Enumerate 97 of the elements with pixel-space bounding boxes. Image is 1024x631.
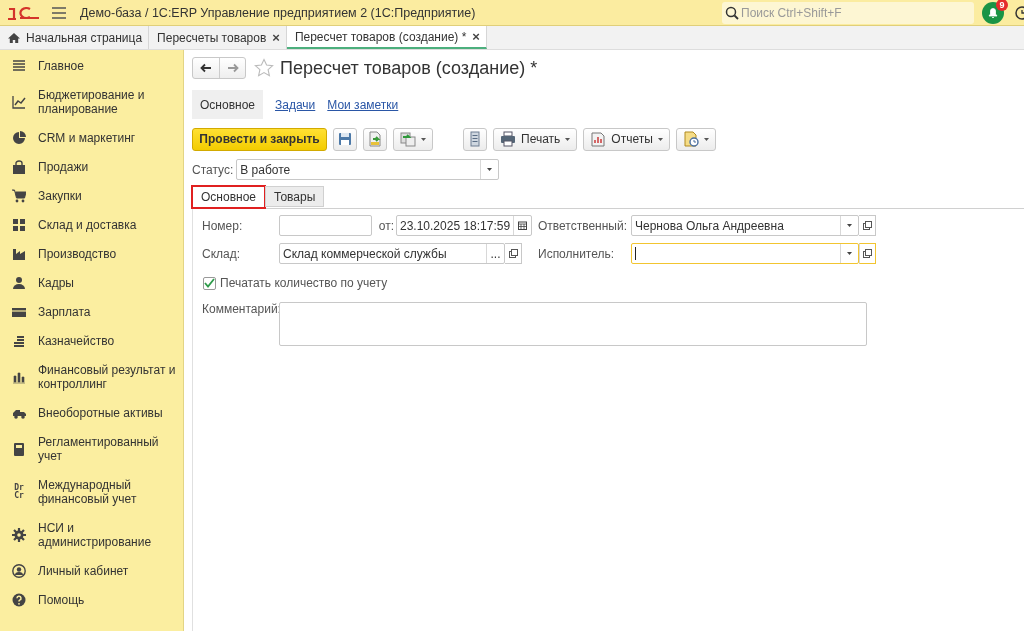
sidebar-item[interactable]: Склад и доставка <box>38 217 177 232</box>
sidebar-item[interactable]: Финансовый результат и контроллинг <box>38 362 177 391</box>
caret-icon <box>421 137 426 141</box>
star-icon[interactable] <box>254 58 274 78</box>
sidebar-item[interactable]: Помощь <box>38 592 177 607</box>
open-icon[interactable] <box>862 221 872 230</box>
window-tab[interactable]: Пересчет товаров (создание) * × <box>286 26 487 49</box>
pie-chart-icon <box>12 130 26 145</box>
bag-icon <box>12 159 26 174</box>
comment-field[interactable] <box>279 302 867 346</box>
choose-button[interactable]: ... <box>486 244 504 263</box>
list-icon <box>12 58 26 73</box>
check-icon <box>204 278 215 288</box>
status-dropdown[interactable]: В работе <box>236 159 500 180</box>
debit-credit-icon: Dr Cr <box>13 483 25 500</box>
document-title: Пересчет товаров (создание) * <box>280 57 538 79</box>
field-label: Исполнитель: <box>538 246 616 261</box>
menu-button[interactable]: Отчеты <box>583 127 670 151</box>
executor-field[interactable] <box>631 243 860 264</box>
close-icon[interactable]: × <box>472 29 480 44</box>
logo-icon <box>6 4 40 21</box>
field-label: Номер: <box>202 218 244 233</box>
checkbox-label[interactable]: Печатать количество по учету <box>220 276 388 290</box>
arrow-left-icon <box>200 63 212 73</box>
date-field[interactable]: 23.10.2025 18:17:59 <box>396 215 532 236</box>
menu-button[interactable]: Печать <box>493 127 578 151</box>
home-icon <box>8 31 20 44</box>
sidebar-item[interactable]: Регламентированный учет <box>38 434 177 463</box>
sidebar-item[interactable]: Казначейство <box>38 333 177 348</box>
factory-icon <box>12 246 26 261</box>
sidebar-item[interactable]: Внеоборотные активы <box>38 405 177 420</box>
sidebar-item[interactable]: Продажи <box>38 159 177 174</box>
copy-arrow-icon <box>400 131 416 147</box>
bell-icon[interactable] <box>982 1 1004 24</box>
toolbar-button[interactable] <box>363 127 387 151</box>
form-tab[interactable]: Товары <box>265 186 325 207</box>
window-title: Демо-база / 1С:ERP Управление предприятием 2 (1С:Предприятие) <box>80 5 477 20</box>
sidebar-item[interactable]: НСИ и администрирование <box>38 520 177 549</box>
coins-icon <box>12 333 26 348</box>
person-icon <box>12 275 26 290</box>
dropdown-icon[interactable] <box>847 252 853 255</box>
section-link[interactable]: Задачи <box>275 90 316 119</box>
open-icon[interactable] <box>863 249 873 258</box>
caret-icon <box>703 137 709 141</box>
list-icon <box>467 131 483 147</box>
menu-button[interactable] <box>393 127 433 151</box>
text-cursor-icon <box>635 247 637 260</box>
sidebar-item[interactable]: CRM и маркетинг <box>38 130 177 145</box>
checkbox[interactable] <box>203 276 216 290</box>
toolbar-button[interactable] <box>463 127 487 151</box>
user-circle-icon <box>12 563 26 578</box>
cart-icon <box>12 188 26 203</box>
field-label: от: <box>377 218 395 233</box>
sidebar-item[interactable]: Личный кабинет <box>38 563 177 578</box>
calendar-icon[interactable] <box>518 221 527 230</box>
sidebar-item[interactable]: Главное <box>38 58 177 73</box>
field-label: Статус: <box>192 162 234 177</box>
search-field[interactable]: Поиск Ctrl+Shift+F <box>722 1 974 24</box>
form-tab[interactable]: Основное <box>192 186 265 208</box>
notification-badge: 9 <box>996 0 1008 11</box>
help-icon <box>12 592 26 607</box>
report-icon <box>590 131 607 147</box>
toolbar-button[interactable] <box>333 127 357 151</box>
sidebar-item[interactable]: Производство <box>38 246 177 261</box>
responsible-field[interactable]: Чернова Ольга Андреевна <box>631 215 860 236</box>
dropdown-icon[interactable] <box>847 224 853 227</box>
sidebar-item[interactable]: Зарплата <box>38 304 177 319</box>
field-label: Ответственный: <box>538 218 629 233</box>
section-link[interactable]: Мои заметки <box>327 90 399 119</box>
caret-icon <box>657 137 663 141</box>
number-field[interactable] <box>279 215 372 236</box>
close-icon[interactable]: × <box>272 30 280 45</box>
sidebar-item[interactable]: Закупки <box>38 188 177 203</box>
sidebar-item[interactable]: Международный финансовый учет <box>38 477 177 506</box>
menu-icon[interactable] <box>52 6 66 19</box>
sidebar-item[interactable]: Бюджетирование и планирование <box>38 87 177 116</box>
section-tab[interactable]: Основное <box>192 90 263 119</box>
printer-icon <box>500 131 516 147</box>
bar-chart-icon <box>12 369 26 384</box>
post-and-close-button[interactable]: Провести и закрыть <box>192 127 327 151</box>
field-label: Склад: <box>202 246 242 261</box>
caret-icon <box>565 137 571 141</box>
field-label: Комментарий: <box>202 302 277 316</box>
menu-button[interactable] <box>675 127 716 151</box>
chart-icon <box>12 94 26 109</box>
open-icon[interactable] <box>508 249 518 258</box>
dropdown-icon[interactable] <box>487 168 493 171</box>
arrow-right-icon <box>226 63 239 73</box>
grid-icon <box>12 217 26 232</box>
document-clock-icon <box>682 131 699 147</box>
warehouse-field[interactable]: Склад коммерческой службы ... <box>279 243 505 264</box>
document-arrow-icon <box>367 131 383 147</box>
history-icon[interactable] <box>1012 3 1024 22</box>
gear-icon <box>12 527 26 542</box>
calculator-icon <box>12 441 26 456</box>
search-icon <box>725 5 739 20</box>
sidebar-item[interactable]: Кадры <box>38 275 177 290</box>
